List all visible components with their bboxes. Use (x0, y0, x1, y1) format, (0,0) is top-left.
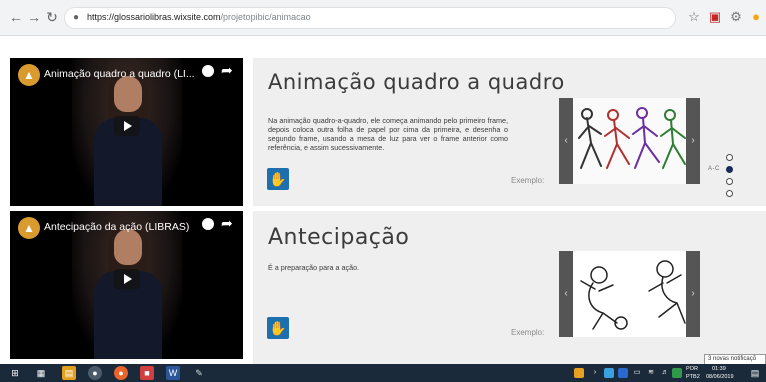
example-gallery[interactable]: ‹ › (559, 251, 700, 337)
clock-date[interactable]: 08/06/2019 (706, 374, 734, 380)
tray-app-icon[interactable] (672, 368, 682, 378)
gallery-prev-chevron-icon[interactable]: ‹ (559, 251, 573, 337)
video-title[interactable]: Antecipação da ação (LIBRAS) (44, 221, 189, 233)
side-nav-dot[interactable] (726, 178, 733, 185)
section-description: É a preparação para a ação. (268, 263, 360, 272)
section-heading: Antecipação (268, 225, 410, 250)
example-gallery[interactable]: ‹ › (559, 98, 700, 184)
keyboard-layout[interactable]: PTB2 (686, 374, 700, 380)
url-text: https://glossariolibras.wixsite.com/proj… (87, 12, 311, 22)
walk-cycle-illustration (559, 98, 700, 184)
side-nav-dot[interactable] (726, 154, 733, 161)
paint-icon[interactable]: ✎ (192, 366, 206, 380)
libras-hands-icon[interactable]: ✋ (267, 168, 289, 190)
windows-taskbar: ⊞ ▦ ▤ ● ● ■ W ✎ › ▭ ≋ ♬ POR PTB2 01:39 0… (0, 364, 766, 382)
video-title[interactable]: Animação quadro a quadro (LI... (44, 68, 195, 80)
lock-icon: ● (73, 12, 80, 23)
anticipation-sketch-illustration (559, 251, 700, 337)
watch-later-clock-icon[interactable] (202, 65, 214, 77)
firefox-icon[interactable]: ● (114, 366, 128, 380)
battery-icon[interactable]: ▭ (632, 368, 642, 378)
video-player-antecipacao[interactable]: ▲ Antecipação da ação (LIBRAS) ➦ (10, 211, 243, 359)
word-icon[interactable]: W (166, 366, 180, 380)
action-center-icon[interactable]: ▤ (748, 366, 762, 380)
side-nav-dot[interactable] (726, 190, 733, 197)
gallery-prev-chevron-icon[interactable]: ‹ (559, 98, 573, 184)
libras-hands-icon[interactable]: ✋ (267, 317, 289, 339)
tray-chevron-icon[interactable]: › (590, 368, 600, 378)
section-heading: Animação quadro a quadro (268, 70, 565, 94)
file-explorer-icon[interactable]: ▤ (62, 366, 76, 380)
browser-toolbar: ← → ↻ ● https://glossariolibras.wixsite.… (0, 0, 766, 36)
section-panel-animacao: Animação quadro a quadro Na animação qua… (253, 58, 766, 206)
gallery-next-chevron-icon[interactable]: › (686, 98, 700, 184)
url-path: /projetopibic/animacao (220, 12, 311, 22)
extension-icon[interactable]: ⚙ (728, 9, 744, 25)
address-bar[interactable]: ● https://glossariolibras.wixsite.com/pr… (64, 7, 676, 29)
channel-logo-icon[interactable]: ▲ (18, 64, 40, 86)
tray-app-icon[interactable] (604, 368, 614, 378)
channel-logo-icon[interactable]: ▲ (18, 217, 40, 239)
chrome-taskbar-icon[interactable]: ● (88, 366, 102, 380)
back-arrow-icon[interactable]: ← (8, 9, 24, 25)
pdf-reader-icon[interactable]: ■ (140, 366, 154, 380)
tray-app-icon[interactable] (618, 368, 628, 378)
url-host: https://glossariolibras.wixsite.com (87, 12, 221, 22)
side-nav-label: A-C (708, 166, 720, 172)
clock-time[interactable]: 01:39 (712, 366, 726, 372)
example-label: Exemplo: (511, 328, 545, 337)
forward-arrow-icon[interactable]: → (26, 9, 42, 25)
presenter-face (113, 76, 142, 112)
tray-app-icon[interactable] (574, 368, 584, 378)
volume-icon[interactable]: ♬ (660, 368, 670, 378)
page-content: ▲ Animação quadro a quadro (LI... ➦ Anim… (0, 36, 766, 364)
example-label: Exemplo: (511, 176, 545, 185)
gallery-next-chevron-icon[interactable]: › (686, 251, 700, 337)
profile-avatar-icon[interactable]: ● (748, 9, 764, 25)
task-view-icon[interactable]: ▦ (34, 366, 48, 380)
section-panel-antecipacao: Antecipação É a preparação para a ação. … (253, 211, 766, 364)
share-arrow-icon[interactable]: ➦ (221, 215, 233, 231)
presenter-face (113, 229, 142, 265)
share-arrow-icon[interactable]: ➦ (221, 62, 233, 78)
reload-icon[interactable]: ↻ (44, 9, 60, 25)
bookmark-star-icon[interactable]: ☆ (686, 9, 702, 25)
start-windows-icon[interactable]: ⊞ (8, 366, 22, 380)
play-icon[interactable] (114, 269, 140, 289)
calendar-extension-icon[interactable]: ▣ (707, 9, 723, 25)
play-icon[interactable] (114, 116, 140, 136)
video-player-animacao[interactable]: ▲ Animação quadro a quadro (LI... ➦ (10, 58, 243, 206)
wifi-icon[interactable]: ≋ (646, 368, 656, 378)
input-language[interactable]: POR (686, 366, 698, 372)
side-nav-dot-active[interactable] (726, 166, 733, 173)
watch-later-clock-icon[interactable] (202, 218, 214, 230)
section-description: Na animação quadro-a-quadro, ele começa … (268, 116, 508, 152)
